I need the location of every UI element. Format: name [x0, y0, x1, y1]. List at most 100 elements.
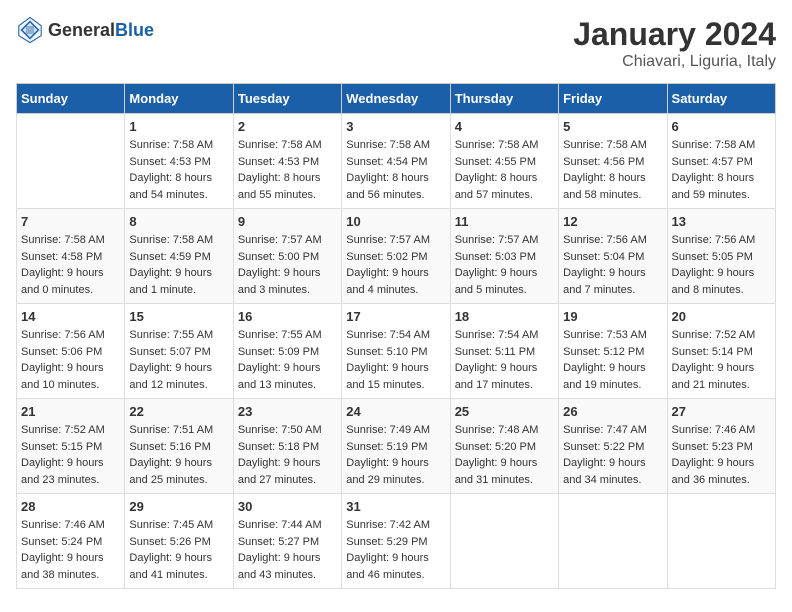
logo: GeneralBlue [16, 16, 154, 44]
weekday-header-monday: Monday [125, 84, 233, 114]
day-number: 30 [238, 499, 337, 514]
day-info: Sunrise: 7:53 AMSunset: 5:12 PMDaylight:… [563, 327, 662, 393]
day-info: Sunrise: 7:52 AMSunset: 5:14 PMDaylight:… [672, 327, 771, 393]
day-number: 21 [21, 404, 120, 419]
day-cell: 18 Sunrise: 7:54 AMSunset: 5:11 PMDayligh… [450, 304, 558, 399]
day-number: 2 [238, 119, 337, 134]
day-info: Sunrise: 7:46 AMSunset: 5:23 PMDaylight:… [672, 422, 771, 488]
day-number: 1 [129, 119, 228, 134]
day-cell: 2Sunrise: 7:58 AMSunset: 4:53 PMDaylight… [233, 114, 341, 209]
day-cell: 9Sunrise: 7:57 AMSunset: 5:00 PMDaylight… [233, 209, 341, 304]
title-block: January 2024 Chiavari, Liguria, Italy [573, 16, 776, 71]
day-cell: 4Sunrise: 7:58 AMSunset: 4:55 PMDaylight… [450, 114, 558, 209]
day-cell: 29Sunrise: 7:45 AMSunset: 5:26 PMDayligh… [125, 494, 233, 589]
day-cell: 25 Sunrise: 7:48 AMSunset: 5:20 PMDayligh… [450, 399, 558, 494]
day-cell [450, 494, 558, 589]
weekday-header-tuesday: Tuesday [233, 84, 341, 114]
day-number: 31 [346, 499, 445, 514]
day-number: 25 [455, 404, 554, 419]
day-cell: 8 Sunrise: 7:58 AMSunset: 4:59 PMDaylight… [125, 209, 233, 304]
day-cell [17, 114, 125, 209]
day-number: 27 [672, 404, 771, 419]
day-info: Sunrise: 7:58 AMSunset: 4:56 PMDaylight:… [563, 137, 662, 203]
day-number: 10 [346, 214, 445, 229]
day-info: Sunrise: 7:55 AMSunset: 5:09 PMDaylight:… [238, 327, 337, 393]
day-info: Sunrise: 7:56 AMSunset: 5:05 PMDaylight:… [672, 232, 771, 298]
day-number: 8 [129, 214, 228, 229]
page-header: GeneralBlue January 2024 Chiavari, Ligur… [16, 16, 776, 71]
calendar-table: SundayMondayTuesdayWednesdayThursdayFrid… [16, 83, 776, 589]
day-info: Sunrise: 7:50 AMSunset: 5:18 PMDaylight:… [238, 422, 337, 488]
day-cell: 6Sunrise: 7:58 AMSunset: 4:57 PMDaylight… [667, 114, 775, 209]
day-cell: 28Sunrise: 7:46 AMSunset: 5:24 PMDayligh… [17, 494, 125, 589]
day-info: Sunrise: 7:58 AMSunset: 4:54 PMDaylight:… [346, 137, 445, 203]
weekday-header-sunday: Sunday [17, 84, 125, 114]
weekday-header-friday: Friday [559, 84, 667, 114]
day-cell: 12 Sunrise: 7:56 AMSunset: 5:04 PMDayligh… [559, 209, 667, 304]
day-number: 3 [346, 119, 445, 134]
day-cell: 11Sunrise: 7:57 AMSunset: 5:03 PMDayligh… [450, 209, 558, 304]
day-number: 5 [563, 119, 662, 134]
day-number: 17 [346, 309, 445, 324]
day-number: 20 [672, 309, 771, 324]
day-number: 13 [672, 214, 771, 229]
day-info: Sunrise: 7:57 AMSunset: 5:00 PMDaylight:… [238, 232, 337, 298]
day-cell: 16 Sunrise: 7:55 AMSunset: 5:09 PMDayligh… [233, 304, 341, 399]
day-info: Sunrise: 7:44 AMSunset: 5:27 PMDaylight:… [238, 517, 337, 583]
day-cell: 15 Sunrise: 7:55 AMSunset: 5:07 PMDayligh… [125, 304, 233, 399]
day-info: Sunrise: 7:54 AMSunset: 5:11 PMDaylight:… [455, 327, 554, 393]
day-cell: 31 Sunrise: 7:42 AMSunset: 5:29 PMDayligh… [342, 494, 450, 589]
day-cell: 26Sunrise: 7:47 AMSunset: 5:22 PMDayligh… [559, 399, 667, 494]
day-cell: 22Sunrise: 7:51 AMSunset: 5:16 PMDayligh… [125, 399, 233, 494]
day-number: 24 [346, 404, 445, 419]
day-info: Sunrise: 7:58 AMSunset: 4:59 PMDaylight:… [129, 232, 228, 298]
location-title: Chiavari, Liguria, Italy [573, 53, 776, 71]
day-info: Sunrise: 7:56 AMSunset: 5:04 PMDaylight:… [563, 232, 662, 298]
day-number: 14 [21, 309, 120, 324]
logo-icon [16, 16, 44, 44]
day-info: Sunrise: 7:58 AMSunset: 4:57 PMDaylight:… [672, 137, 771, 203]
day-cell: 30 Sunrise: 7:44 AMSunset: 5:27 PMDayligh… [233, 494, 341, 589]
day-info: Sunrise: 7:52 AMSunset: 5:15 PMDaylight:… [21, 422, 120, 488]
day-number: 18 [455, 309, 554, 324]
day-cell: 23 Sunrise: 7:50 AMSunset: 5:18 PMDayligh… [233, 399, 341, 494]
day-cell: 1 Sunrise: 7:58 AMSunset: 4:53 PMDaylight… [125, 114, 233, 209]
day-number: 7 [21, 214, 120, 229]
week-row-4: 21 Sunrise: 7:52 AMSunset: 5:15 PMDayligh… [17, 399, 776, 494]
day-info: Sunrise: 7:57 AMSunset: 5:02 PMDaylight:… [346, 232, 445, 298]
week-row-2: 7 Sunrise: 7:58 AMSunset: 4:58 PMDaylight… [17, 209, 776, 304]
day-number: 23 [238, 404, 337, 419]
day-cell: 24Sunrise: 7:49 AMSunset: 5:19 PMDayligh… [342, 399, 450, 494]
day-info: Sunrise: 7:55 AMSunset: 5:07 PMDaylight:… [129, 327, 228, 393]
day-cell: 3 Sunrise: 7:58 AMSunset: 4:54 PMDaylight… [342, 114, 450, 209]
day-number: 16 [238, 309, 337, 324]
week-row-1: 1 Sunrise: 7:58 AMSunset: 4:53 PMDaylight… [17, 114, 776, 209]
logo-blue: Blue [115, 20, 154, 40]
weekday-header-wednesday: Wednesday [342, 84, 450, 114]
week-row-5: 28Sunrise: 7:46 AMSunset: 5:24 PMDayligh… [17, 494, 776, 589]
day-info: Sunrise: 7:58 AMSunset: 4:53 PMDaylight:… [129, 137, 228, 203]
day-info: Sunrise: 7:56 AMSunset: 5:06 PMDaylight:… [21, 327, 120, 393]
week-row-3: 14 Sunrise: 7:56 AMSunset: 5:06 PMDayligh… [17, 304, 776, 399]
logo-general: General [48, 20, 115, 40]
weekday-header-saturday: Saturday [667, 84, 775, 114]
logo-text: GeneralBlue [48, 20, 154, 41]
day-cell: 27 Sunrise: 7:46 AMSunset: 5:23 PMDayligh… [667, 399, 775, 494]
day-number: 11 [455, 214, 554, 229]
weekday-header-thursday: Thursday [450, 84, 558, 114]
day-number: 22 [129, 404, 228, 419]
day-number: 29 [129, 499, 228, 514]
day-cell: 21 Sunrise: 7:52 AMSunset: 5:15 PMDayligh… [17, 399, 125, 494]
day-info: Sunrise: 7:58 AMSunset: 4:58 PMDaylight:… [21, 232, 120, 298]
day-number: 12 [563, 214, 662, 229]
day-cell: 13 Sunrise: 7:56 AMSunset: 5:05 PMDayligh… [667, 209, 775, 304]
day-number: 15 [129, 309, 228, 324]
month-title: January 2024 [573, 16, 776, 53]
day-info: Sunrise: 7:48 AMSunset: 5:20 PMDaylight:… [455, 422, 554, 488]
day-info: Sunrise: 7:58 AMSunset: 4:55 PMDaylight:… [455, 137, 554, 203]
day-cell: 7 Sunrise: 7:58 AMSunset: 4:58 PMDaylight… [17, 209, 125, 304]
day-cell: 17Sunrise: 7:54 AMSunset: 5:10 PMDayligh… [342, 304, 450, 399]
day-number: 28 [21, 499, 120, 514]
day-info: Sunrise: 7:42 AMSunset: 5:29 PMDaylight:… [346, 517, 445, 583]
day-cell: 10 Sunrise: 7:57 AMSunset: 5:02 PMDayligh… [342, 209, 450, 304]
